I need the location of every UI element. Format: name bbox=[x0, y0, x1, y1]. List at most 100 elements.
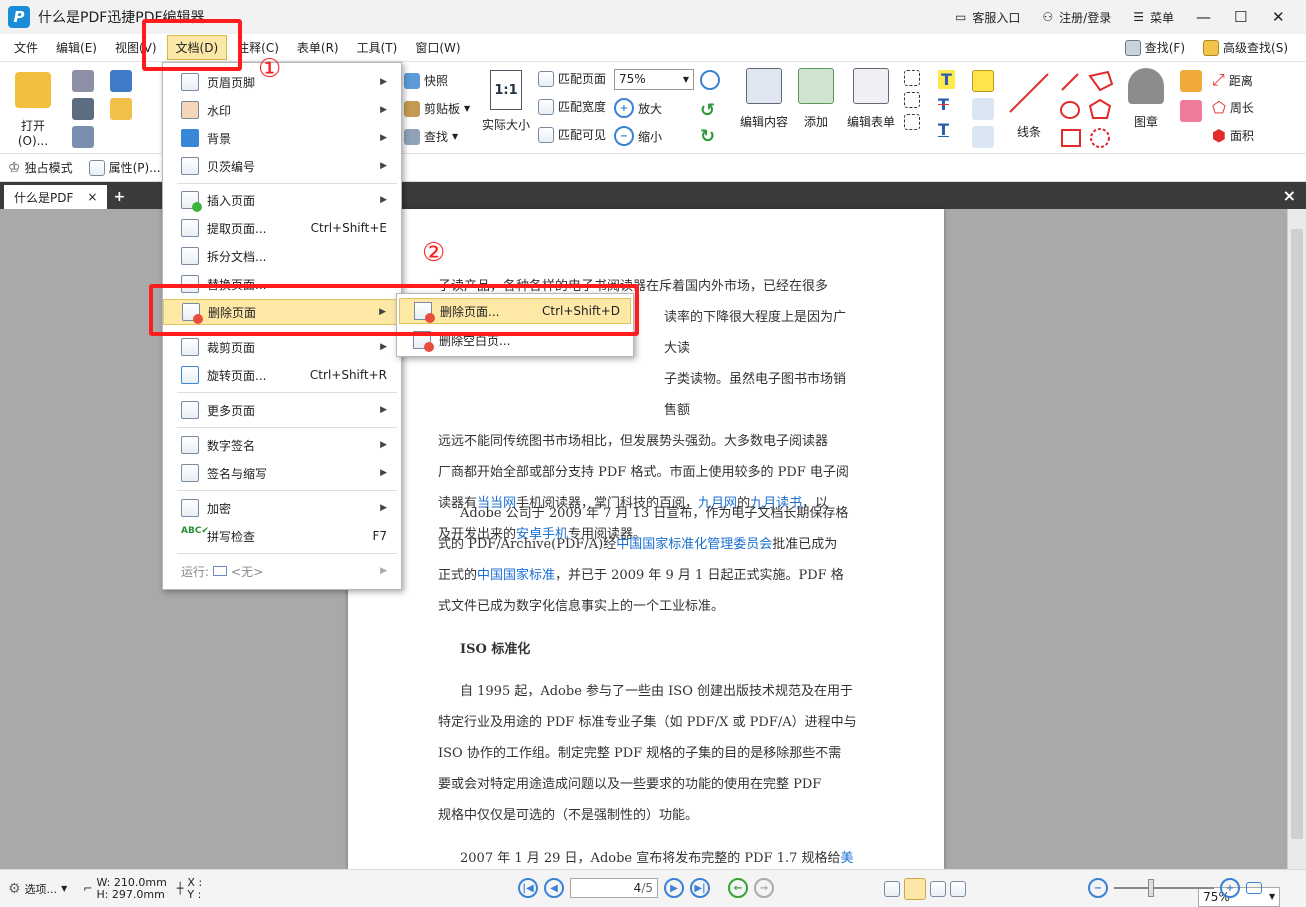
highlight-text-icon[interactable]: T bbox=[938, 70, 955, 89]
scan-icon[interactable] bbox=[110, 70, 132, 95]
menu-window[interactable]: 窗口(W) bbox=[407, 36, 468, 59]
actual-size-button[interactable]: 1:1 实际大小 bbox=[480, 70, 532, 133]
menu-split-document[interactable]: 拆分文档... bbox=[163, 243, 401, 269]
continuous-facing-view-icon[interactable] bbox=[950, 881, 966, 897]
close-all-icon[interactable]: × bbox=[1283, 186, 1296, 205]
zoom-out-icon[interactable]: − bbox=[1088, 878, 1108, 898]
facing-view-icon[interactable] bbox=[930, 881, 946, 897]
go-forward-icon[interactable]: → bbox=[754, 878, 774, 898]
fit-width-button[interactable]: 匹配宽度 bbox=[538, 98, 606, 115]
fit-page-button[interactable]: 匹配页面 bbox=[538, 70, 606, 87]
strikeout-text-icon[interactable]: T bbox=[938, 95, 955, 114]
text-box-icon[interactable] bbox=[904, 70, 920, 86]
zoom-tool-icon[interactable] bbox=[700, 70, 720, 90]
polygon-tool-icon[interactable] bbox=[1088, 98, 1112, 119]
menu-digital-signature[interactable]: 数字签名 ▶ bbox=[163, 432, 401, 458]
continuous-view-icon[interactable] bbox=[904, 878, 926, 900]
ellipse-tool-icon[interactable] bbox=[1060, 101, 1080, 119]
zoom-slider-thumb[interactable] bbox=[1148, 879, 1154, 897]
rectangle-tool-icon[interactable] bbox=[1061, 129, 1081, 147]
lines-button[interactable]: 线条 bbox=[1004, 70, 1054, 140]
menu-rotate-page[interactable]: 旋转页面... Ctrl+Shift+R bbox=[163, 362, 401, 388]
zoom-in-icon[interactable]: + bbox=[1220, 878, 1240, 898]
rotate-right-icon[interactable]: ↻ bbox=[700, 126, 715, 147]
distance-button[interactable]: ⤢ 距离 bbox=[1212, 70, 1253, 90]
menu-watermark[interactable]: 水印 ▶ bbox=[163, 97, 401, 123]
properties-button[interactable]: 属性(P)... bbox=[88, 159, 161, 176]
pdf-editor-logo-icon: P bbox=[8, 6, 30, 28]
text-area-icon[interactable] bbox=[904, 114, 920, 130]
doc-tab[interactable]: 什么是PDF × bbox=[4, 185, 108, 209]
scrollbar-thumb[interactable] bbox=[1291, 229, 1303, 839]
previous-page-icon[interactable]: ◀ bbox=[544, 878, 564, 898]
advanced-find-button[interactable]: 高级查找(S) bbox=[1203, 39, 1288, 56]
find-doc-icon bbox=[1124, 39, 1141, 56]
eraser-icon[interactable] bbox=[1180, 100, 1202, 122]
last-page-icon[interactable]: ▶| bbox=[690, 878, 710, 898]
menu-more-pages[interactable]: 更多页面 ▶ bbox=[163, 397, 401, 423]
page-number-input[interactable]: 4/5 bbox=[570, 878, 658, 898]
save-icon[interactable] bbox=[72, 70, 94, 95]
zoom-in-button[interactable]: + 放大 bbox=[614, 98, 662, 118]
fullscreen-icon[interactable] bbox=[1246, 882, 1262, 894]
polygon-line-tool-icon[interactable] bbox=[1088, 70, 1114, 92]
clipboard-button[interactable]: 剪贴板 ▼ bbox=[404, 100, 470, 117]
link-sac[interactable]: 中国国家标准化管理委员会 bbox=[616, 537, 772, 552]
zoom-slider[interactable] bbox=[1114, 879, 1214, 897]
fit-visible-button[interactable]: 匹配可见 bbox=[538, 126, 606, 143]
close-window-icon[interactable]: ✕ bbox=[1272, 8, 1288, 26]
minimize-icon[interactable]: — bbox=[1196, 8, 1212, 26]
arrow-tool-icon[interactable] bbox=[1061, 73, 1079, 91]
menu-sign-initials[interactable]: 签名与缩写 ▶ bbox=[163, 460, 401, 486]
find-ribbon-button[interactable]: 查找 ▼ bbox=[404, 128, 458, 145]
note-icon[interactable] bbox=[972, 70, 994, 92]
underline-text-icon[interactable]: T bbox=[938, 120, 955, 139]
main-menu-button[interactable]: ☰ 菜单 bbox=[1133, 9, 1174, 26]
login-button[interactable]: ⚇ 注册/登录 bbox=[1042, 9, 1111, 26]
menu-extract-page[interactable]: 提取页面... Ctrl+Shift+E bbox=[163, 215, 401, 241]
menu-crop-page[interactable]: 裁剪页面 ▶ bbox=[163, 334, 401, 360]
pencil-icon[interactable] bbox=[1180, 70, 1202, 92]
ribbon-zoom-select[interactable]: 75% ▼ bbox=[614, 69, 694, 90]
menu-header-footer[interactable]: 页眉页脚 ▶ bbox=[163, 69, 401, 95]
zoom-out-button[interactable]: − 缩小 bbox=[614, 126, 662, 146]
add-button[interactable]: 添加 bbox=[794, 68, 838, 130]
maximize-icon[interactable]: ☐ bbox=[1234, 8, 1250, 26]
edit-content-button[interactable]: 编辑内容 bbox=[738, 68, 790, 130]
export-icon[interactable] bbox=[72, 126, 94, 151]
options-button[interactable]: ⚙ 选项... ▼ bbox=[8, 881, 67, 897]
go-back-icon[interactable]: ← bbox=[728, 878, 748, 898]
close-tab-icon[interactable]: × bbox=[87, 190, 97, 204]
cloud-tool-icon[interactable] bbox=[1090, 128, 1110, 148]
menu-tools[interactable]: 工具(T) bbox=[349, 36, 406, 59]
menu-encrypt[interactable]: 加密 ▶ bbox=[163, 495, 401, 521]
find-button[interactable]: 查找(F) bbox=[1124, 39, 1185, 56]
menu-insert-page[interactable]: 插入页面 ▶ bbox=[163, 187, 401, 213]
menu-bates-numbering[interactable]: 贝茨编号 ▶ bbox=[163, 153, 401, 179]
sound-icon[interactable] bbox=[972, 126, 994, 148]
edit-form-button[interactable]: 编辑表单 bbox=[844, 68, 898, 130]
attachment-icon[interactable] bbox=[972, 98, 994, 120]
first-page-icon[interactable]: |◀ bbox=[518, 878, 538, 898]
print-icon[interactable] bbox=[72, 98, 94, 123]
perimeter-button[interactable]: ⬠ 周长 bbox=[1212, 98, 1254, 117]
rotate-left-icon[interactable]: ↺ bbox=[700, 100, 715, 121]
exclusive-mode-button[interactable]: ♔ 独占模式 bbox=[8, 159, 73, 176]
vertical-scrollbar[interactable] bbox=[1287, 209, 1306, 869]
menu-spell-check[interactable]: ABC✔ 拼写检查 F7 bbox=[163, 523, 401, 549]
link-gb[interactable]: 中国国家标准 bbox=[477, 568, 555, 583]
text-field-icon[interactable] bbox=[904, 92, 920, 108]
snapshot-button[interactable]: 快照 bbox=[404, 72, 448, 89]
add-tab-icon[interactable]: + bbox=[113, 189, 125, 205]
menu-background[interactable]: 背景 ▶ bbox=[163, 125, 401, 151]
new-doc-icon[interactable] bbox=[110, 98, 132, 123]
open-button[interactable]: 打开(O)... bbox=[8, 72, 58, 148]
support-button[interactable]: ▭ 客服入口 bbox=[955, 9, 1020, 26]
menu-edit[interactable]: 编辑(E) bbox=[48, 36, 105, 59]
area-button[interactable]: ⬢ 面积 bbox=[1212, 126, 1254, 145]
single-page-view-icon[interactable] bbox=[884, 881, 900, 897]
menu-form[interactable]: 表单(R) bbox=[289, 36, 347, 59]
stamp-button[interactable]: 图章 bbox=[1122, 68, 1170, 130]
next-page-icon[interactable]: ▶ bbox=[664, 878, 684, 898]
menu-file[interactable]: 文件 bbox=[6, 36, 46, 59]
